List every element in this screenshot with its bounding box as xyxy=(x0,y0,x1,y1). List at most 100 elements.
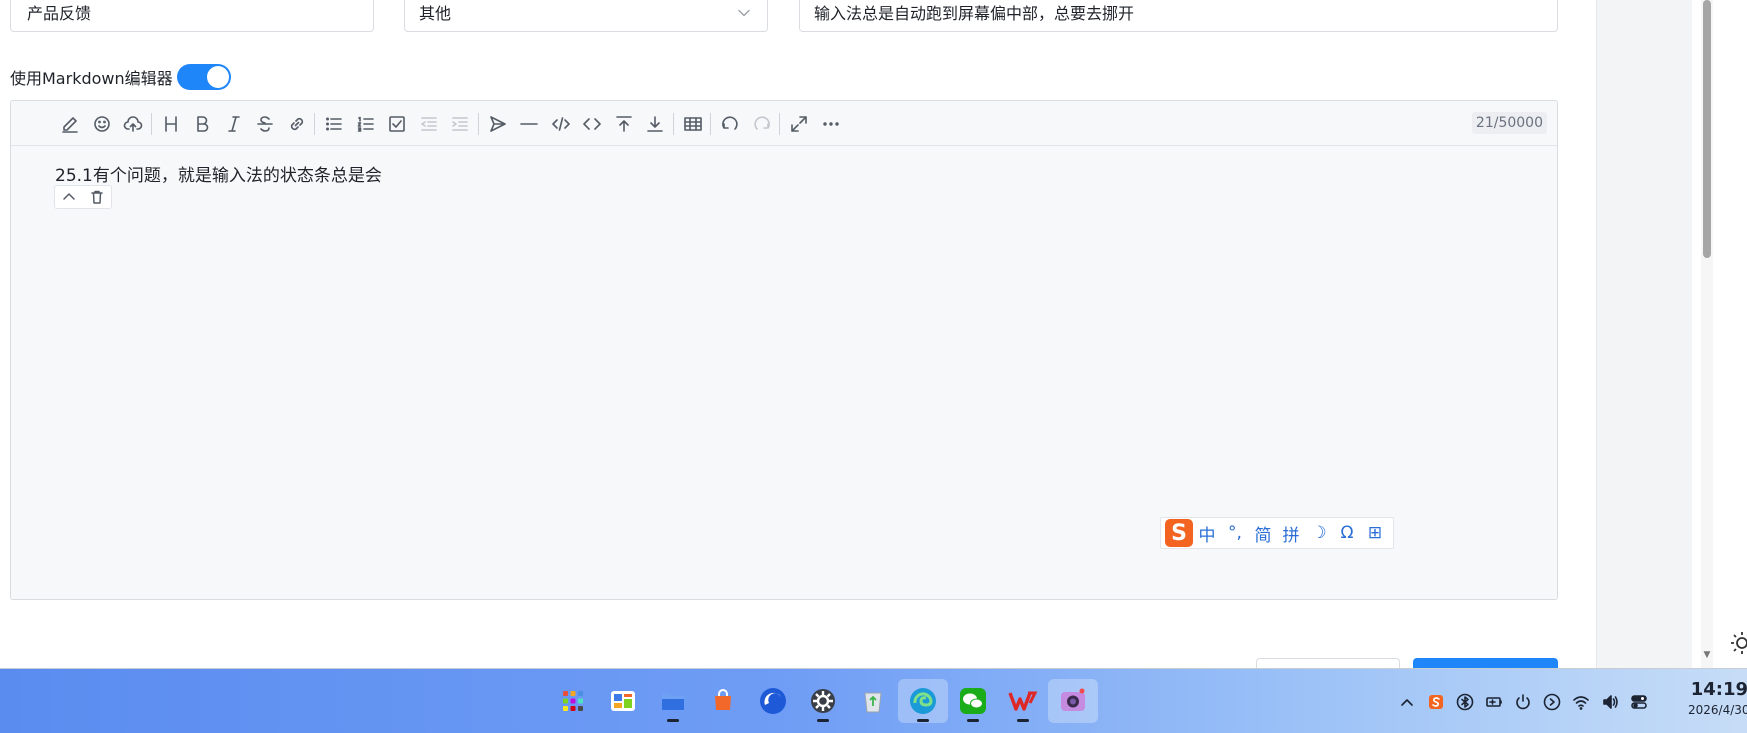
bluetooth-icon[interactable] xyxy=(1450,693,1479,711)
clock[interactable]: 14:19 2026/4/30 xyxy=(1688,679,1747,719)
heading-icon[interactable] xyxy=(160,113,182,135)
feedback-title-input[interactable]: 输入法总是自动跑到屏幕偏中部，总要去挪开 xyxy=(799,0,1558,32)
toolbar-separator xyxy=(672,113,674,135)
outdent-icon[interactable] xyxy=(418,113,440,135)
control-center-icon[interactable] xyxy=(1624,693,1653,711)
ime-status-bar: S 中 °, 简拼 ☽ Ω ⊞ xyxy=(1160,517,1394,549)
edge-browser-app[interactable] xyxy=(898,679,948,723)
toolbox-icon[interactable]: ⊞ xyxy=(1361,523,1389,543)
edge-browser-icon xyxy=(906,684,940,718)
char-counter: 21/50000 xyxy=(1471,112,1547,134)
toolbar-separator xyxy=(710,113,711,135)
running-indicator xyxy=(667,719,679,722)
quote-icon[interactable] xyxy=(487,113,509,135)
feedback-type-value: 其他 xyxy=(419,4,452,23)
chevron-up-icon[interactable] xyxy=(1392,693,1421,711)
fullscreen-icon[interactable] xyxy=(788,113,810,135)
recycle-bin-app[interactable] xyxy=(848,679,898,723)
feedback-category-value: 产品反馈 xyxy=(27,4,92,23)
feedback-type-select[interactable]: 其他 xyxy=(404,0,768,32)
sogou-logo-icon[interactable]: S xyxy=(1165,519,1193,547)
volume-icon[interactable] xyxy=(1595,693,1624,711)
chinese-mode-icon[interactable]: 中 xyxy=(1193,521,1221,546)
simplified-icon[interactable]: 简 xyxy=(1249,521,1277,546)
widgets-app[interactable] xyxy=(598,679,648,723)
code-block-icon[interactable] xyxy=(550,113,572,135)
right-side-panel xyxy=(1596,0,1692,668)
recycle-bin-icon xyxy=(856,684,890,718)
editor-toolbar: 21/50000 xyxy=(11,101,1557,146)
power-icon[interactable] xyxy=(1508,693,1537,711)
bold-icon[interactable] xyxy=(191,113,213,135)
toggle-knob xyxy=(206,66,229,88)
emoji-icon[interactable] xyxy=(91,113,113,135)
screenshot-camera-icon xyxy=(1056,684,1090,718)
taskbar: 14:19 2026/4/30 xyxy=(0,668,1747,733)
markdown-toggle-label: 使用Markdown编辑器 xyxy=(10,69,173,88)
browser-swirl-icon xyxy=(756,684,790,718)
moon-skin-icon[interactable]: ☽ xyxy=(1305,523,1333,543)
insert-before-icon[interactable] xyxy=(613,113,635,135)
gear-icon[interactable] xyxy=(1728,628,1747,658)
file-manager-app[interactable] xyxy=(648,679,698,723)
scrollbar-thumb[interactable] xyxy=(1703,0,1711,258)
clock-date: 2026/4/30 xyxy=(1688,703,1747,717)
edit-icon[interactable] xyxy=(59,113,81,135)
italic-icon[interactable] xyxy=(223,113,245,135)
wifi-icon[interactable] xyxy=(1566,693,1595,711)
media-play-icon[interactable] xyxy=(1537,693,1566,711)
sogou-ime-icon[interactable] xyxy=(1421,693,1450,711)
clock-time: 14:19 xyxy=(1690,679,1747,700)
more-icon[interactable] xyxy=(820,113,842,135)
link-icon[interactable] xyxy=(286,113,308,135)
punctuation-icon[interactable]: °, xyxy=(1221,523,1249,543)
checklist-icon[interactable] xyxy=(386,113,408,135)
feedback-title-value: 输入法总是自动跑到屏幕偏中部，总要去挪开 xyxy=(814,4,1135,23)
wechat-app[interactable] xyxy=(948,679,998,723)
hr-icon[interactable] xyxy=(518,113,540,135)
screenshot-camera-app[interactable] xyxy=(1048,679,1098,723)
app-store-icon xyxy=(706,684,740,718)
launcher-app[interactable] xyxy=(548,679,598,723)
ordered-list-icon[interactable] xyxy=(355,113,377,135)
markdown-toggle-switch[interactable] xyxy=(176,64,231,90)
markdown-toggle-row: 使用Markdown编辑器 xyxy=(10,64,231,90)
scroll-down-arrow-icon[interactable]: ▼ xyxy=(1701,648,1713,662)
indent-icon[interactable] xyxy=(449,113,471,135)
app-store-app[interactable] xyxy=(698,679,748,723)
editor-content[interactable]: 25.1有个问题，就是输入法的状态条总是会 xyxy=(55,161,382,186)
toolbar-separator xyxy=(779,113,780,135)
chevron-down-icon xyxy=(738,9,750,17)
wps-office-icon xyxy=(1006,684,1040,718)
block-tools xyxy=(54,185,112,209)
running-indicator xyxy=(1017,719,1029,722)
feedback-category-field[interactable]: 产品反馈 xyxy=(10,0,374,32)
insert-after-icon[interactable] xyxy=(644,113,666,135)
strikethrough-icon[interactable] xyxy=(254,113,276,135)
system-tray xyxy=(1392,689,1653,715)
inline-code-icon[interactable] xyxy=(581,113,603,135)
toolbar-separator xyxy=(477,113,479,135)
wps-office-app[interactable] xyxy=(998,679,1048,723)
browser-swirl-app[interactable] xyxy=(748,679,798,723)
undo-icon[interactable] xyxy=(719,113,741,135)
dock xyxy=(548,679,1098,723)
widgets-icon xyxy=(606,684,640,718)
file-manager-icon xyxy=(656,684,690,718)
running-indicator xyxy=(817,719,829,722)
settings-icon xyxy=(806,684,840,718)
pinyin-icon[interactable]: 拼 xyxy=(1277,521,1305,546)
table-icon[interactable] xyxy=(682,113,704,135)
upload-icon[interactable] xyxy=(122,113,144,135)
running-indicator xyxy=(917,719,929,722)
special-chars-icon[interactable]: Ω xyxy=(1333,523,1361,543)
wechat-icon xyxy=(956,684,990,718)
settings-app[interactable] xyxy=(798,679,848,723)
delete-icon[interactable] xyxy=(89,189,105,205)
launcher-icon xyxy=(556,684,590,718)
running-indicator xyxy=(967,719,979,722)
bullet-list-icon[interactable] xyxy=(323,113,345,135)
move-up-icon[interactable] xyxy=(61,189,77,205)
redo-icon[interactable] xyxy=(751,113,773,135)
battery-icon[interactable] xyxy=(1479,693,1508,711)
